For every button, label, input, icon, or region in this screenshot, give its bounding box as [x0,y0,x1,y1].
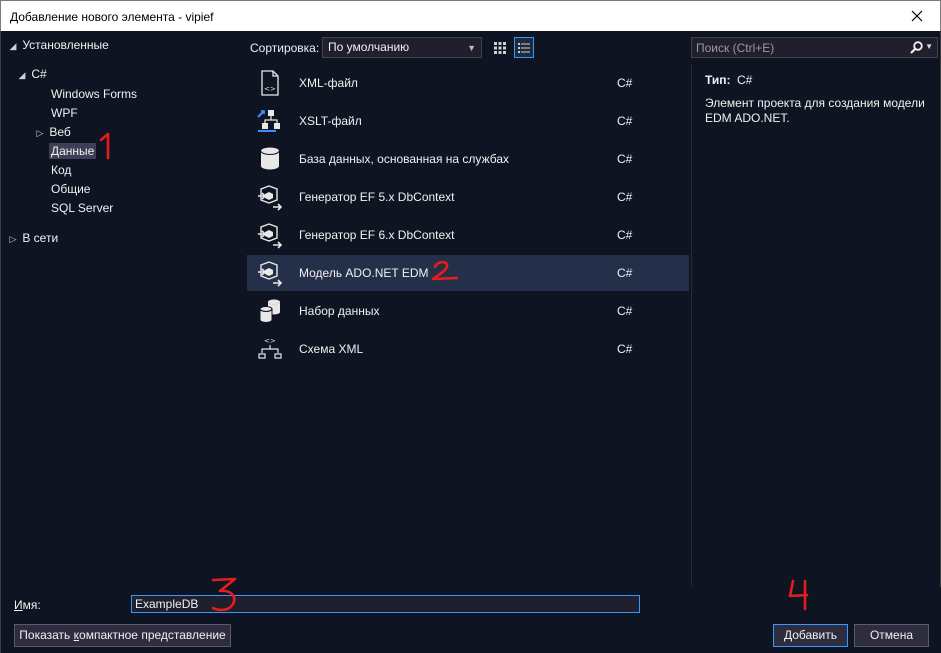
tree-item-wpf[interactable]: WPF [51,104,78,123]
close-icon [911,10,923,22]
template-item-selected[interactable]: Модель ADO.NET EDM C# [247,255,689,291]
xslt-file-icon [257,110,280,132]
sort-dropdown[interactable]: По умолчанию ▼ [322,37,482,58]
list-view-button[interactable] [514,37,534,58]
search-icon[interactable] [910,41,923,54]
tree-item-windows-forms[interactable]: Windows Forms [51,85,137,104]
template-info-panel: Тип: C# Элемент проекта для создания мод… [691,64,941,587]
type-label: Тип: [705,73,731,87]
collapsed-arrow-icon: ▷ [36,128,44,138]
template-item[interactable]: XSLT-файл C# [247,103,689,139]
xml-schema-icon: <> [258,337,282,359]
template-item[interactable]: Генератор EF 5.x DbContext C# [247,179,689,215]
grid-view-button[interactable] [490,37,510,58]
tree-item-general[interactable]: Общие [51,180,90,199]
list-view-icon [518,42,530,53]
sort-value: По умолчанию [328,40,410,54]
template-item[interactable]: Набор данных C# [247,293,689,329]
template-item[interactable]: Генератор EF 6.x DbContext C# [247,217,689,253]
ef-generator-icon [258,185,283,211]
search-options-chevron-icon[interactable]: ▼ [925,42,933,51]
compact-view-button[interactable]: Показать компактное представление [14,624,231,647]
template-toolbar: Сортировка: По умолчанию ▼ [247,31,689,64]
expanded-arrow-icon: ◢ [18,70,26,80]
search-input[interactable] [692,38,902,57]
tree-item-sql-server[interactable]: SQL Server [51,199,113,218]
close-button[interactable] [894,1,940,31]
tree-item-installed[interactable]: ◢ Установленные [7,36,109,55]
tree-item-web[interactable]: ▷ Веб [34,123,71,142]
sort-label: Сортировка: [250,41,320,55]
ef-generator-icon [258,223,283,249]
annotation-mark-4 [788,579,809,611]
template-description: Элемент проекта для создания модели EDM … [705,96,925,125]
type-value: C# [737,73,753,87]
edm-model-icon [258,261,283,287]
template-item[interactable]: База данных, основанная на службах C# [247,141,689,177]
template-item[interactable]: <> XML-файл C# [247,65,689,101]
collapsed-arrow-icon: ▷ [9,234,17,244]
category-tree: ◢ Установленные ◢ C# Windows Forms WPF ▷… [1,31,247,587]
search-box[interactable]: ▼ [691,37,938,58]
dataset-icon [259,299,280,323]
template-item[interactable]: <> Схема XML C# [247,331,689,367]
add-button[interactable]: Добавить [773,624,848,647]
template-list: <> XML-файл C# XSLT-файл C# База данных,… [247,64,689,587]
xml-file-icon: <> [261,70,279,96]
tree-item-csharp[interactable]: ◢ C# [16,65,47,84]
tree-item-code[interactable]: Код [51,161,71,180]
name-label: Имя: [14,598,41,612]
annotation-mark-3 [211,577,237,612]
title-bar: Добавление нового элемента - vipief [0,0,941,31]
window-title: Добавление нового элемента - vipief [10,10,214,24]
dialog-client: ◢ Установленные ◢ C# Windows Forms WPF ▷… [0,31,941,653]
annotation-mark-1 [99,132,110,160]
cancel-button[interactable]: Отмена [854,624,929,647]
tree-item-data[interactable]: Данные [49,142,97,161]
chevron-down-icon: ▼ [467,43,476,53]
svg-text:<>: <> [264,85,276,93]
grid-view-icon [494,41,506,54]
expanded-arrow-icon: ◢ [9,41,17,51]
annotation-mark-2 [431,260,459,281]
svg-text:<>: <> [264,337,276,345]
tree-item-online[interactable]: ▷ В сети [7,229,59,248]
database-icon [260,147,280,170]
